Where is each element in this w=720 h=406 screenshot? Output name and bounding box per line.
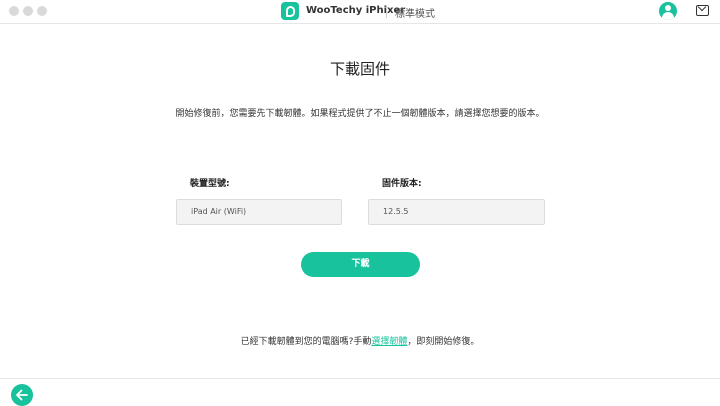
- firmware-version-field: 12.5.5: [368, 199, 545, 225]
- title-divider: [386, 5, 387, 18]
- zoom-window-button[interactable]: [37, 6, 47, 16]
- manual-select-prefix: 已經下載韌體到您的電腦嗎?手動: [240, 337, 372, 347]
- minimize-window-button[interactable]: [23, 6, 33, 16]
- iphixer-logo-icon: [281, 2, 299, 20]
- back-arrow-icon: [16, 389, 28, 401]
- app-title: WooTechy iPhixer: [306, 5, 406, 16]
- page-subtitle: 開始修復前，您需要先下載韌體。如果程式提供了不止一個韌體版本，請選擇您想要的版本…: [175, 109, 545, 119]
- firmware-version-label: 固件版本:: [382, 179, 422, 189]
- user-icon[interactable]: [659, 2, 677, 20]
- manual-select-note: 已經下載韌體到您的電腦嗎?手動選擇韌體，即刻開始修復。: [0, 334, 720, 347]
- device-model-field: iPad Air (WiFi): [176, 199, 342, 225]
- select-firmware-link[interactable]: 選擇韌體: [371, 337, 407, 347]
- page-title: 下載固件: [329, 60, 390, 78]
- download-button[interactable]: 下載: [301, 252, 420, 277]
- title-bar: WooTechy iPhixer 標準模式: [0, 0, 720, 24]
- manual-select-suffix: ，即刻開始修復。: [407, 337, 480, 347]
- mode-label: 標準模式: [395, 9, 435, 20]
- mail-icon[interactable]: [696, 5, 709, 16]
- close-window-button[interactable]: [9, 6, 19, 16]
- bottom-divider: [0, 378, 720, 379]
- back-button[interactable]: [11, 384, 33, 406]
- device-model-label: 裝置型號:: [190, 179, 230, 189]
